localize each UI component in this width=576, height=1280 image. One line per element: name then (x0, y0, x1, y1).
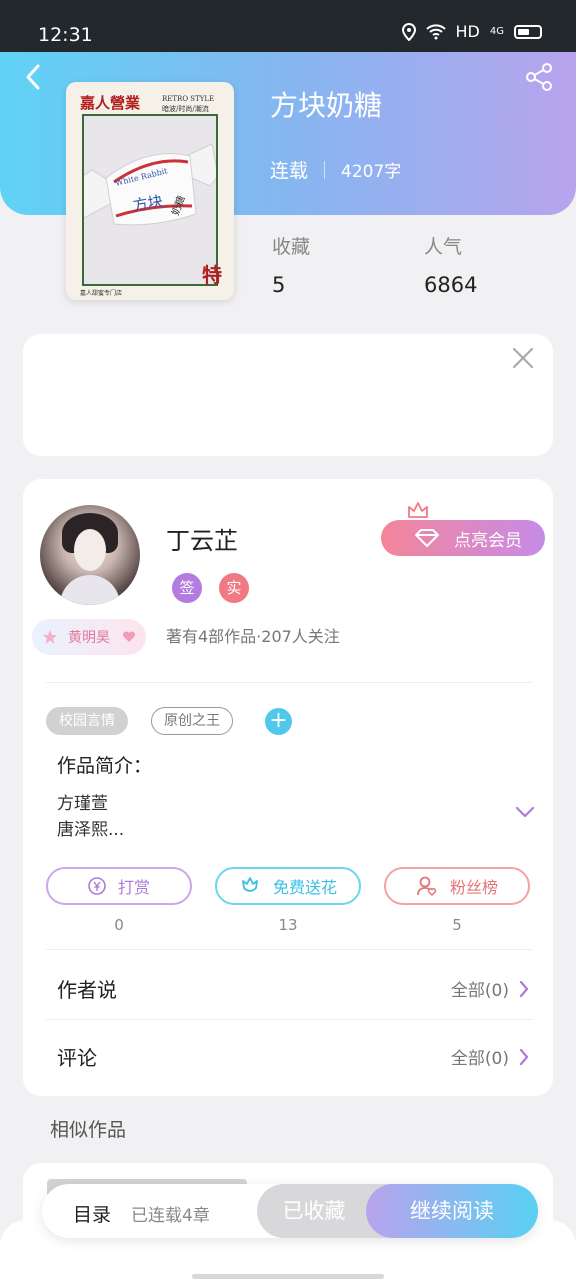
toc-button[interactable]: 目录 (73, 1200, 111, 1227)
cover-subtitle: RETRO STYLE 暗波/时尚/潮流 (162, 95, 215, 113)
genre-tag[interactable]: 原创之王 (151, 707, 233, 735)
status-bar: 12:31 HD 4G (0, 0, 576, 52)
chevron-right-icon (519, 980, 529, 997)
tip-count: 0 (114, 916, 124, 934)
intro-text: 方瑾萱 唐泽熙... (57, 791, 124, 843)
stat-favorites: 收藏 5 (272, 232, 310, 297)
signal-label: 4G (489, 26, 504, 37)
cover-footer: 嘉人甜蜜专门店 (80, 290, 123, 297)
chevron-down-icon[interactable] (515, 805, 535, 819)
continue-reading-button[interactable]: 继续阅读 (366, 1184, 538, 1238)
book-word-count: 4207字 (341, 162, 402, 182)
divider (46, 682, 532, 683)
yen-icon (88, 877, 106, 895)
intro-line: 唐泽熙... (57, 820, 125, 840)
author-info: 著有4部作品·207人关注 (166, 627, 340, 646)
add-tag-button[interactable]: + (265, 708, 292, 735)
tip-label: 打赏 (117, 878, 150, 897)
genre-tag[interactable]: 校园言情 (46, 707, 128, 735)
wifi-icon (425, 23, 446, 39)
network-label: HD (455, 22, 480, 41)
stat-label: 收藏 (272, 236, 311, 258)
vip-button[interactable]: 点亮会员 (381, 520, 545, 556)
cover-corner-char: 特 (202, 263, 222, 287)
verified-badge: 实 (219, 573, 249, 603)
book-status: 连载 (270, 160, 309, 182)
comments-link[interactable]: 全部(0) (451, 1044, 529, 1069)
divider (46, 1019, 532, 1020)
fan-ranking-label: 粉丝榜 (449, 878, 498, 897)
chapter-status: 已连载4章 (131, 1206, 210, 1226)
share-icon[interactable] (524, 62, 554, 92)
stat-popularity: 人气 6864 (424, 232, 477, 297)
stat-value: 5 (272, 273, 286, 297)
fan-ranking-button[interactable]: 粉丝榜 (384, 867, 530, 905)
author-says-row[interactable]: 作者说 全部(0) (23, 954, 553, 1022)
candy-illustration: White Rabbit 方块 奶糖 (79, 116, 219, 284)
chevron-right-icon (519, 1048, 529, 1065)
book-cover[interactable]: 嘉人營業 RETRO STYLE 暗波/时尚/潮流 White Rabbit 方… (66, 82, 234, 300)
frame-name: 黄明昊 (68, 630, 110, 646)
avatar-frame-badge: 黄明昊 (32, 619, 146, 655)
author-says-label: 作者说 (57, 978, 117, 1002)
status-icons: HD 4G (401, 22, 542, 41)
stat-label: 人气 (424, 236, 463, 258)
battery-icon (514, 24, 542, 39)
home-indicator (192, 1274, 384, 1279)
bottom-action-bar: 目录 已连载4章 已收藏 继续阅读 (42, 1184, 538, 1238)
similar-works-title: 相似作品 (50, 1119, 127, 1141)
user-heart-icon (417, 876, 437, 897)
diamond-icon (415, 529, 439, 547)
avatar-face (74, 529, 106, 571)
divider (46, 949, 532, 950)
author-says-link[interactable]: 全部(0) (451, 976, 529, 1001)
book-title: 方块奶糖 (270, 89, 383, 122)
tip-button[interactable]: 打赏 (46, 867, 192, 905)
fan-count: 5 (452, 916, 462, 934)
send-flower-button[interactable]: 免费送花 (215, 867, 361, 905)
stat-value: 6864 (424, 273, 478, 297)
location-icon (401, 22, 416, 41)
comments-label: 评论 (57, 1046, 97, 1070)
cover-frame: White Rabbit 方块 奶糖 (79, 114, 219, 286)
send-flower-label: 免费送花 (272, 878, 337, 897)
cover-title: 嘉人營業 (80, 94, 141, 112)
author-name[interactable]: 丁云芷 (166, 521, 238, 556)
meta-separator (324, 160, 326, 179)
avatar-dress (60, 575, 120, 605)
avatar[interactable] (40, 505, 140, 605)
comments-row[interactable]: 评论 全部(0) (23, 1022, 553, 1090)
signed-badge: 签 (172, 573, 202, 603)
status-time: 12:31 (38, 24, 93, 46)
intro-line: 方瑾萱 (57, 794, 108, 814)
book-detail-card: 黄明昊 丁云芷 签 实 著有4部作品·207人关注 点亮会员 校园言情 原创之王… (23, 479, 553, 1096)
vip-label: 点亮会员 (454, 530, 522, 551)
star-icon (43, 630, 57, 644)
crown-icon (408, 502, 428, 518)
heart-icon (122, 631, 136, 642)
flower-count: 13 (278, 916, 298, 934)
close-icon[interactable] (511, 346, 535, 370)
back-icon[interactable] (22, 62, 44, 92)
flower-icon (242, 877, 258, 892)
intro-label: 作品简介： (57, 755, 153, 777)
ad-card (23, 334, 553, 456)
book-meta: 连载 4207字 (270, 156, 401, 183)
